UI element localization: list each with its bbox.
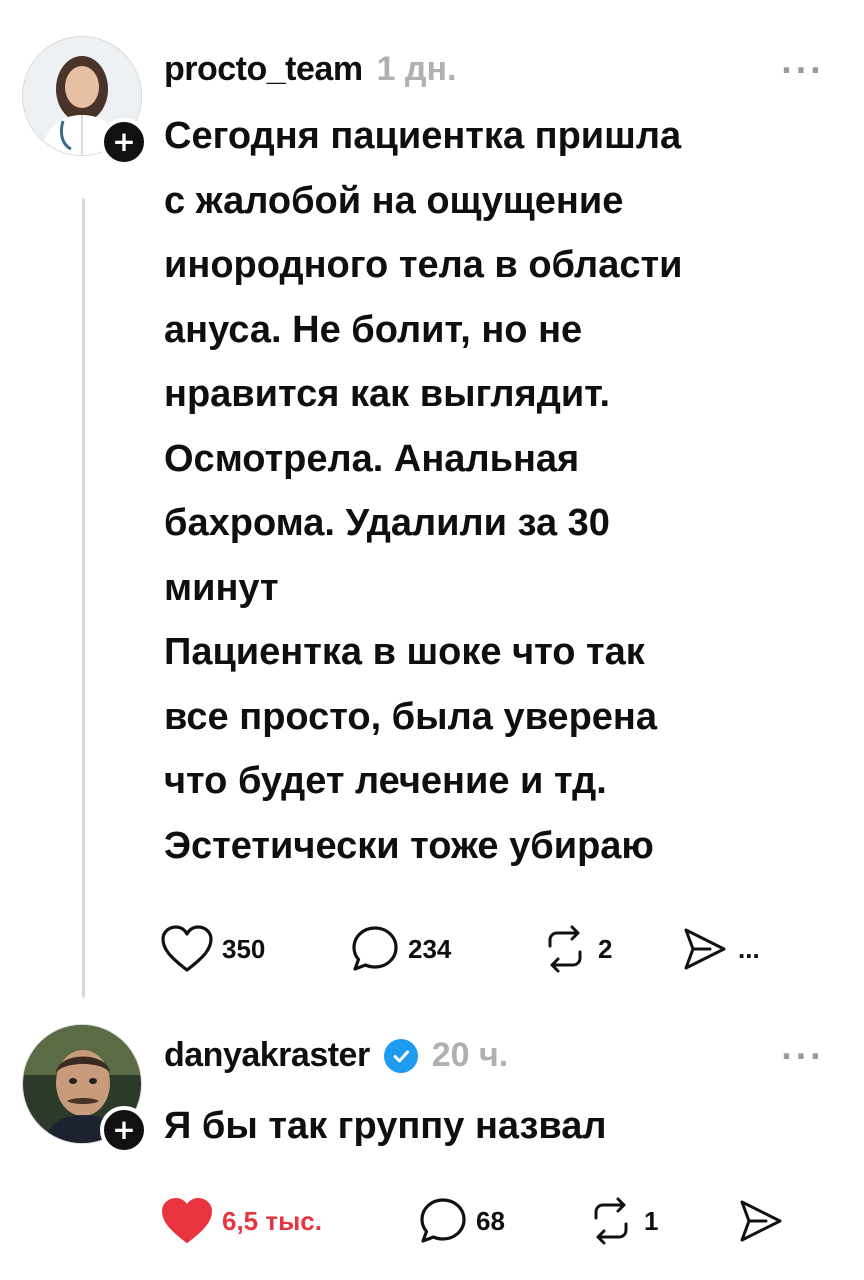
- post-header: danyakraster 20 ч.: [164, 1036, 508, 1075]
- share-icon: [740, 1200, 782, 1242]
- comment-icon: [352, 926, 398, 971]
- post-text: Я бы так группу назвал: [164, 1105, 607, 1147]
- timestamp: 20 ч.: [431, 1036, 509, 1074]
- post-text: Сегодня пациентка пришла с жалобой на ощ…: [164, 115, 683, 867]
- share-button[interactable]: [736, 1196, 786, 1246]
- heart-icon: [162, 1198, 212, 1243]
- repost-button[interactable]: 2: [540, 924, 680, 974]
- comment-icon: [420, 1198, 466, 1243]
- comment-count: 68: [476, 1205, 505, 1236]
- username[interactable]: procto_team: [164, 50, 363, 89]
- reply-post: + danyakraster 20 ч. ... Я бы так группу…: [0, 1010, 864, 1280]
- repost-button[interactable]: 1: [586, 1196, 736, 1246]
- heart-icon: [161, 925, 213, 972]
- post-header: procto_team 1 дн.: [164, 50, 456, 89]
- post-actions: 350 234 2 ...: [160, 924, 760, 974]
- username[interactable]: danyakraster: [164, 1036, 370, 1075]
- share-more: ...: [738, 933, 760, 964]
- repost-icon: [594, 1197, 628, 1245]
- comment-button[interactable]: 234: [350, 924, 540, 974]
- post-actions: 6,5 тыс. 68 1: [160, 1196, 786, 1246]
- thread-post: + procto_team 1 дн. ... Сегодня пациентк…: [0, 0, 864, 1010]
- like-button[interactable]: 6,5 тыс.: [160, 1196, 418, 1246]
- share-button[interactable]: ...: [680, 924, 760, 974]
- like-count: 350: [222, 933, 266, 964]
- like-button[interactable]: 350: [160, 924, 350, 974]
- timestamp: 1 дн.: [376, 50, 457, 88]
- more-icon[interactable]: ...: [781, 1032, 824, 1067]
- comment-count: 234: [408, 933, 452, 964]
- thread-line: [82, 198, 85, 998]
- like-count: 6,5 тыс.: [222, 1205, 322, 1236]
- follow-plus-icon[interactable]: +: [100, 1106, 148, 1154]
- more-icon[interactable]: ...: [781, 46, 824, 81]
- repost-count: 1: [644, 1205, 659, 1236]
- repost-icon: [548, 925, 582, 973]
- comment-button[interactable]: 68: [418, 1196, 586, 1246]
- share-icon: [684, 928, 726, 970]
- verified-icon: [383, 1038, 418, 1073]
- repost-count: 2: [598, 933, 613, 964]
- follow-plus-icon[interactable]: +: [100, 118, 148, 166]
